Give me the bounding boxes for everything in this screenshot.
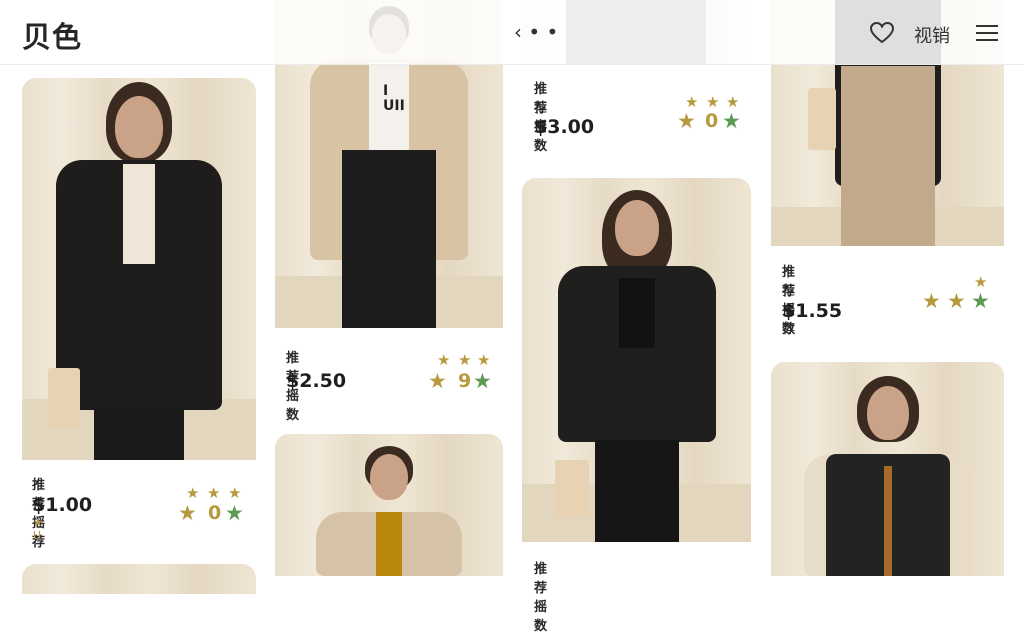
- star-icon: ★: [922, 289, 941, 313]
- star-icon: ★: [726, 93, 740, 111]
- header-action-text[interactable]: 视销: [914, 22, 950, 48]
- star-icon: ★: [228, 484, 242, 502]
- product-image[interactable]: [22, 78, 256, 460]
- heart-icon[interactable]: [869, 22, 895, 44]
- product-extra: ★ 𝖴: [33, 516, 43, 542]
- product-price: $1.00: [32, 494, 93, 516]
- product-price: $1.55: [782, 300, 843, 322]
- star-icon: ★: [677, 109, 696, 133]
- star-icon: ★: [207, 484, 221, 502]
- rating-value: 9: [458, 370, 472, 392]
- rating-value: 0: [705, 110, 719, 132]
- menu-icon[interactable]: [976, 25, 998, 41]
- product-image[interactable]: [22, 564, 256, 594]
- star-icon: ★: [685, 93, 699, 111]
- rating-stars: ★ ★ ★ ★ 0 ★: [178, 484, 244, 526]
- rating-stars: ★ ★ ★ ★ 0 ★: [677, 93, 741, 135]
- star-icon: ★: [722, 109, 741, 133]
- rating-value: 0: [208, 502, 222, 524]
- product-image[interactable]: [275, 434, 503, 576]
- star-icon: ★: [477, 351, 491, 369]
- app-header: 贝色 ‹ • • 视销: [0, 0, 1024, 65]
- star-icon: ★: [473, 369, 492, 393]
- star-icon: ★: [437, 351, 451, 369]
- product-price: $2.50: [286, 370, 347, 392]
- product-price: $3.00: [534, 116, 595, 138]
- product-label: 推荐摇数: [534, 562, 548, 634]
- star-icon: ★: [225, 501, 244, 525]
- star-icon: ★: [974, 273, 988, 291]
- star-icon: ★: [971, 289, 990, 313]
- back-button[interactable]: ‹ • •: [514, 20, 558, 44]
- star-icon: ★: [947, 289, 966, 313]
- star-icon: ★: [458, 351, 472, 369]
- rating-stars: ★ ★ ★ ★ 9 ★: [428, 351, 492, 393]
- star-icon: ★: [428, 369, 447, 393]
- product-image[interactable]: [522, 178, 751, 542]
- star-icon: ★: [178, 501, 197, 525]
- star-icon: ★: [706, 93, 720, 111]
- product-image[interactable]: [771, 362, 1004, 576]
- brand-logo[interactable]: 贝色: [22, 14, 82, 56]
- shirt-text: I UII: [383, 83, 405, 114]
- rating-stars: ★ ★ ★ ★: [922, 273, 990, 315]
- star-icon: ★: [186, 484, 200, 502]
